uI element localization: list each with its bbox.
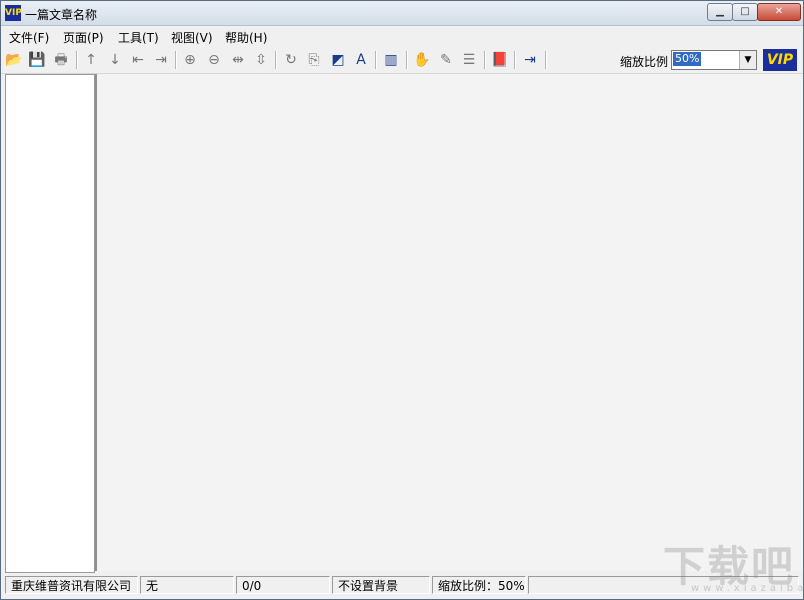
menu-file[interactable]: 文件(F)	[9, 29, 49, 46]
toolbar-separator	[175, 51, 177, 69]
menu-page[interactable]: 页面(P)	[63, 29, 104, 46]
menu-tools[interactable]: 工具(T)	[118, 29, 159, 46]
toolbar-separator	[76, 51, 78, 69]
title-bar[interactable]: VIP 一篇文章名称 ▁ □ ✕	[1, 1, 803, 26]
books-icon[interactable]: ▥	[382, 51, 400, 69]
maximize-button[interactable]: □	[732, 3, 758, 21]
toolbar-separator	[514, 51, 516, 69]
status-company: 重庆维普资讯有限公司	[5, 576, 138, 594]
zoom-value[interactable]: 50%	[673, 52, 702, 66]
menu-bar: 文件(F) 页面(P) 工具(T) 视图(V) 帮助(H)	[1, 26, 803, 46]
rotate-icon[interactable]: ↻	[282, 51, 300, 69]
close-button[interactable]: ✕	[757, 3, 801, 21]
toolbar-separator	[484, 51, 486, 69]
minimize-button[interactable]: ▁	[707, 3, 733, 21]
hand-icon[interactable]: ✋	[413, 51, 431, 69]
watermark-url: www.xiazaiba.com	[691, 583, 804, 594]
save-icon[interactable]: 💾	[28, 51, 46, 69]
toolbar-separator	[545, 51, 547, 69]
window-title: 一篇文章名称	[25, 8, 98, 22]
toolbar-separator	[406, 51, 408, 69]
prev-page-icon[interactable]: ⇤	[129, 51, 147, 69]
toolbar-separator	[375, 51, 377, 69]
navigation-panel[interactable]	[5, 74, 95, 573]
vip-logo: VIP	[763, 49, 797, 71]
fit-height-icon[interactable]: ⇳	[252, 51, 270, 69]
document-view[interactable]	[95, 74, 803, 571]
status-field: 无	[140, 576, 234, 594]
chevron-down-icon[interactable]: ▼	[739, 51, 756, 69]
status-background: 不设置背景	[332, 576, 430, 594]
zoom-out-icon[interactable]: ⊖	[205, 51, 223, 69]
exit-icon[interactable]: ⇥	[521, 51, 539, 69]
color-icon[interactable]: ◩	[329, 51, 347, 69]
app-logo-icon: VIP	[5, 5, 22, 21]
copy-icon[interactable]: ⎘	[305, 51, 323, 69]
status-zoom: 缩放比例：50%	[432, 576, 526, 594]
toolbar: 📂 💾 🖶 ↑ ↓ ⇤ ⇥ ⊕ ⊖ ⇹ ⇳ ↻ ⎘ ◩ A ▥ ✋ ✎ ☰ 📕 …	[1, 47, 803, 74]
menu-view[interactable]: 视图(V)	[171, 29, 213, 46]
text-icon[interactable]: A	[352, 51, 370, 69]
menu-help[interactable]: 帮助(H)	[225, 29, 267, 46]
next-page-icon[interactable]: ⇥	[152, 51, 170, 69]
status-page-count: 0/0	[236, 576, 330, 594]
zoom-label: 缩放比例	[620, 55, 669, 69]
print-icon[interactable]: 🖶	[52, 51, 70, 69]
arrow-up-icon[interactable]: ↑	[82, 51, 100, 69]
list-icon[interactable]: ☰	[460, 51, 478, 69]
app-window: VIP 一篇文章名称 ▁ □ ✕ 文件(F) 页面(P) 工具(T) 视图(V)…	[0, 0, 804, 600]
toolbar-separator	[275, 51, 277, 69]
book-icon[interactable]: 📕	[491, 51, 509, 69]
zoom-in-icon[interactable]: ⊕	[181, 51, 199, 69]
arrow-down-icon[interactable]: ↓	[106, 51, 124, 69]
note-icon[interactable]: ✎	[437, 51, 455, 69]
open-folder-icon[interactable]: 📂	[5, 51, 23, 69]
fit-width-icon[interactable]: ⇹	[229, 51, 247, 69]
zoom-select[interactable]: 50% ▼	[671, 50, 757, 70]
